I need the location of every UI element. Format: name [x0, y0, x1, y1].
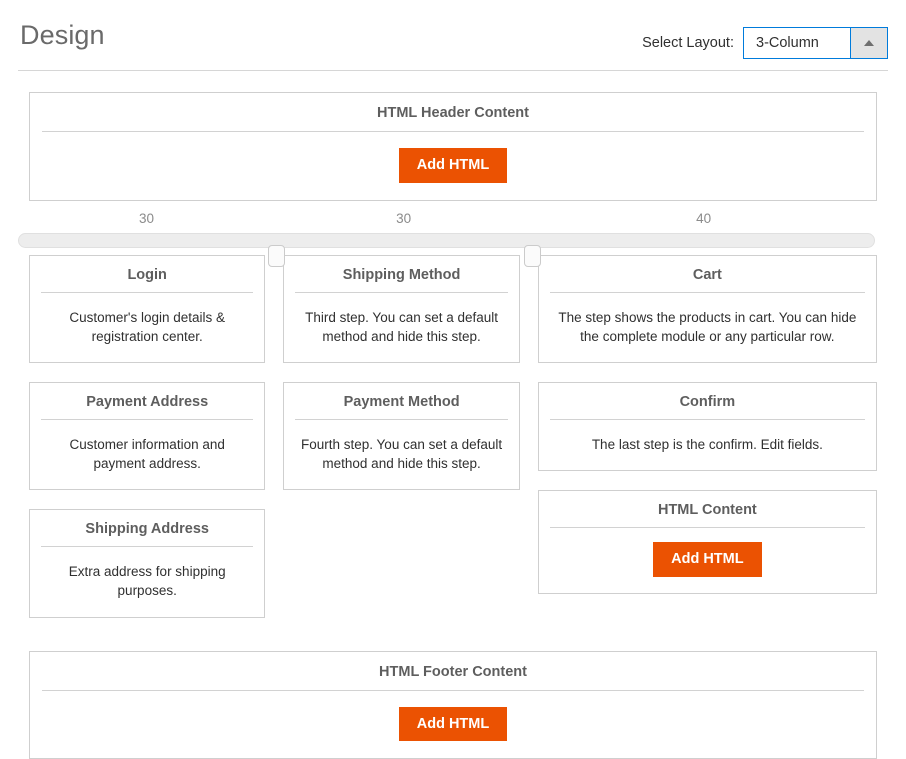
layout-select[interactable]: 3-Column — [743, 27, 888, 59]
layout-columns: Login Customer's login details & registr… — [29, 254, 877, 637]
step-card-html-content[interactable]: HTML Content Add HTML — [537, 490, 877, 594]
step-card-title: Login — [41, 256, 254, 293]
html-header-content-title: HTML Header Content — [42, 93, 864, 132]
slider-handle-2[interactable] — [524, 244, 541, 267]
step-card-title: Confirm — [549, 383, 865, 420]
layout-select-value[interactable]: 3-Column — [744, 28, 850, 58]
column-width-slider[interactable]: 30 30 40 — [0, 211, 906, 267]
layout-column-1: Login Customer's login details & registr… — [29, 254, 283, 637]
layout-select-label: Select Layout: — [642, 35, 734, 51]
html-footer-content-panel: HTML Footer Content Add HTML — [29, 650, 877, 759]
step-card-description: Customer's login details & registration … — [69, 309, 226, 344]
step-card-payment-method[interactable]: Payment Method Fourth step. You can set … — [283, 381, 520, 491]
step-card-description: The last step is the confirm. Edit field… — [591, 436, 823, 452]
slider-label-col1: 30 — [139, 210, 155, 226]
layout-select-toggle-button[interactable] — [850, 28, 887, 58]
html-header-content-body: Add HTML — [30, 132, 876, 200]
page-title: Design — [20, 20, 105, 50]
slider-label-col3: 40 — [696, 210, 712, 226]
html-header-content-panel: HTML Header Content Add HTML — [29, 92, 877, 201]
step-card-shipping-address[interactable]: Shipping Address Extra address for shipp… — [29, 509, 266, 618]
add-html-content-button[interactable]: Add HTML — [653, 542, 762, 577]
step-card-description: Third step. You can set a default method… — [305, 309, 499, 344]
step-card-title: Payment Method — [295, 383, 508, 420]
step-card-title: Shipping Method — [295, 256, 508, 293]
step-card-title: Shipping Address — [41, 510, 254, 548]
step-card-shipping-method[interactable]: Shipping Method Third step. You can set … — [283, 254, 520, 363]
step-card-confirm[interactable]: Confirm The last step is the confirm. Ed… — [537, 381, 877, 472]
slider-label-col2: 30 — [396, 210, 412, 226]
caret-up-icon — [864, 40, 874, 46]
add-html-header-button[interactable]: Add HTML — [398, 148, 508, 183]
slider-track[interactable] — [18, 232, 875, 267]
step-card-description: Fourth step. You can set a default metho… — [301, 436, 503, 472]
step-card-cart[interactable]: Cart The step shows the products in cart… — [537, 254, 877, 363]
step-card-payment-address[interactable]: Payment Address Customer information and… — [29, 381, 266, 491]
layout-column-2: Shipping Method Third step. You can set … — [283, 254, 537, 510]
step-card-title: HTML Content — [549, 491, 865, 529]
step-card-title: Cart — [549, 256, 865, 293]
layout-column-3: Cart The step shows the products in cart… — [537, 254, 877, 613]
html-footer-content-title: HTML Footer Content — [42, 652, 864, 691]
page-header: Design Select Layout: 3-Column — [18, 0, 888, 71]
html-footer-content-body: Add HTML — [30, 691, 876, 759]
step-card-description: Customer information and payment address… — [69, 436, 225, 472]
step-card-body: Add HTML — [539, 528, 876, 593]
slider-handle-1[interactable] — [267, 244, 285, 267]
layout-select-group: Select Layout: 3-Column — [642, 27, 888, 59]
step-card-login[interactable]: Login Customer's login details & registr… — [29, 254, 266, 363]
add-html-footer-button[interactable]: Add HTML — [398, 706, 508, 742]
step-card-description: The step shows the products in cart. You… — [558, 309, 857, 344]
step-card-description: Extra address for shipping purposes. — [68, 564, 226, 599]
step-card-title: Payment Address — [41, 383, 254, 420]
